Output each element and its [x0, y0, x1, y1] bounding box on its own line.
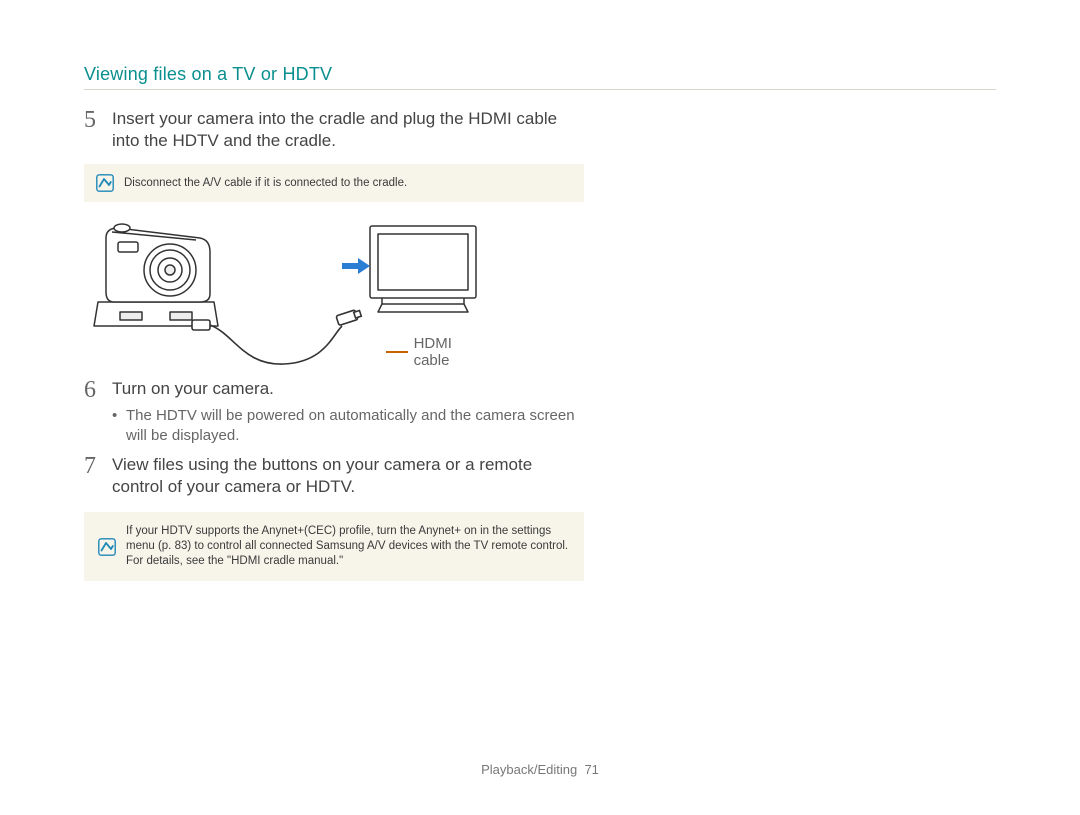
hdmi-label: HDMI cable	[414, 335, 484, 369]
step-text: Turn on your camera.	[112, 378, 584, 400]
hdtv-icon	[370, 226, 476, 312]
title-divider	[84, 89, 996, 90]
step-6: 6 Turn on your camera. • The HDTV will b…	[84, 378, 584, 446]
step-body: View files using the buttons on your cam…	[112, 454, 584, 498]
footer-page-number: 71	[584, 762, 598, 777]
camera-on-cradle-icon	[94, 224, 218, 326]
note-icon	[98, 538, 116, 556]
step-body: Turn on your camera. • The HDTV will be …	[112, 378, 584, 446]
step-sub: • The HDTV will be powered on automatica…	[112, 406, 584, 446]
bullet-dot-icon: •	[112, 406, 126, 446]
note-icon	[96, 174, 114, 192]
note-text: If your HDTV supports the Anynet+(CEC) p…	[126, 524, 570, 569]
step-sub-text: The HDTV will be powered on automaticall…	[126, 406, 584, 446]
manual-page: Viewing files on a TV or HDTV 5 Insert y…	[0, 0, 1080, 815]
step-number: 7	[84, 454, 112, 498]
note-box-2: If your HDTV supports the Anynet+(CEC) p…	[84, 512, 584, 581]
footer-section: Playback/Editing	[481, 762, 577, 777]
step-body: Insert your camera into the cradle and p…	[112, 108, 584, 152]
hdmi-cable-icon	[192, 309, 362, 365]
step-5: 5 Insert your camera into the cradle and…	[84, 108, 584, 152]
hdmi-marker-icon	[386, 351, 408, 353]
note-box-1: Disconnect the A/V cable if it is connec…	[84, 164, 584, 202]
step-number: 5	[84, 108, 112, 152]
step-sub-bullet: • The HDTV will be powered on automatica…	[112, 406, 584, 446]
hdmi-label-row: HDMI cable	[386, 335, 484, 369]
note-text: Disconnect the A/V cable if it is connec…	[124, 176, 407, 190]
step-text: View files using the buttons on your cam…	[112, 454, 584, 498]
page-footer: Playback/Editing 71	[0, 762, 1080, 777]
step-number: 6	[84, 378, 112, 446]
step-7: 7 View files using the buttons on your c…	[84, 454, 584, 498]
step-text: Insert your camera into the cradle and p…	[112, 108, 584, 152]
page-title: Viewing files on a TV or HDTV	[84, 64, 996, 85]
main-content-column: 5 Insert your camera into the cradle and…	[84, 108, 584, 581]
arrow-icon	[342, 258, 370, 274]
connection-diagram: HDMI cable	[84, 216, 484, 366]
